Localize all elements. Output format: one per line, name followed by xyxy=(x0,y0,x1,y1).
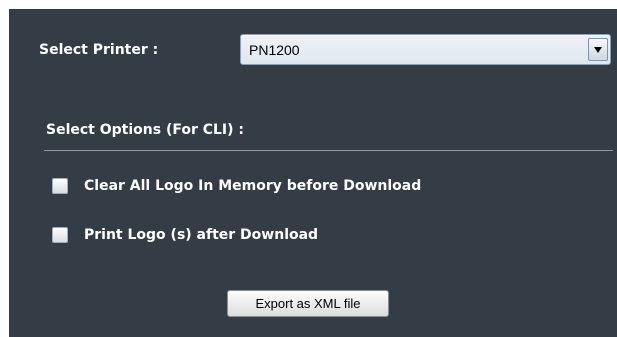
window-edge xyxy=(0,0,9,337)
select-options-heading: Select Options (For CLI) : xyxy=(46,122,245,138)
clear-logo-label: Clear All Logo In Memory before Download xyxy=(84,178,422,194)
section-divider xyxy=(44,150,613,151)
print-logo-label: Print Logo (s) after Download xyxy=(84,227,319,243)
option-print-logo-row[interactable]: Print Logo (s) after Download xyxy=(52,225,318,245)
export-xml-button[interactable]: Export as XML file xyxy=(227,290,389,317)
select-printer-label: Select Printer : xyxy=(39,42,159,58)
printer-select-value: PN1200 xyxy=(249,42,300,58)
print-logo-checkbox[interactable] xyxy=(52,227,68,243)
option-clear-logo-row[interactable]: Clear All Logo In Memory before Download xyxy=(52,176,421,196)
dropdown-arrow-button[interactable] xyxy=(588,38,608,61)
printer-select[interactable]: PN1200 xyxy=(240,34,611,65)
clear-logo-checkbox[interactable] xyxy=(52,178,68,194)
chevron-down-icon xyxy=(594,47,602,53)
